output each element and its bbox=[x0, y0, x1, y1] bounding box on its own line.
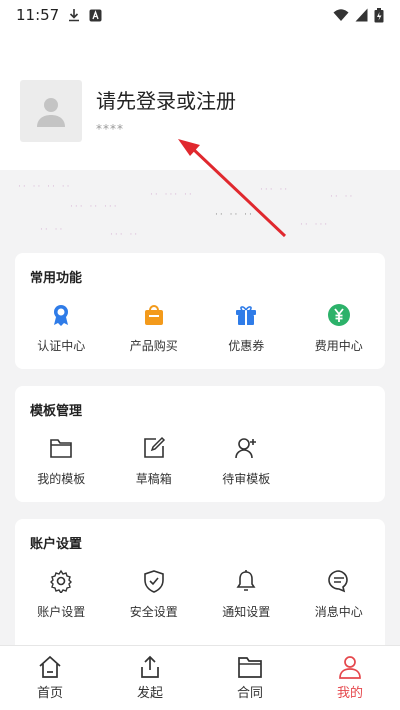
menu-item-label: 账户设置 bbox=[37, 605, 86, 619]
decor-dots: ·· ·· bbox=[40, 225, 65, 235]
tab-initiate[interactable]: 发起 bbox=[100, 646, 200, 710]
status-time: 11:57 bbox=[16, 6, 60, 24]
user-add-icon bbox=[235, 438, 257, 459]
home-icon bbox=[39, 655, 61, 678]
section-title: 账户设置 bbox=[30, 537, 83, 552]
edit-icon bbox=[143, 436, 165, 458]
section-title: 常用功能 bbox=[30, 271, 83, 286]
section-title: 模板管理 bbox=[30, 404, 83, 419]
menu-item-my-templates[interactable]: 我的模板 bbox=[15, 434, 108, 487]
decor-dots: ·· ··· ·· bbox=[150, 190, 194, 200]
tab-label: 我的 bbox=[336, 686, 363, 701]
gift-icon bbox=[236, 306, 257, 325]
profile-header[interactable]: 请先登录或注册 **** bbox=[0, 30, 400, 170]
signal-icon bbox=[355, 8, 368, 22]
person-icon bbox=[339, 656, 361, 679]
bottom-tab-bar: 首页 发起 合同 我的 bbox=[0, 645, 400, 710]
section-template-management: 模板管理 我的模板 草稿箱 待审模板 bbox=[15, 386, 385, 502]
shield-icon bbox=[143, 570, 164, 593]
menu-item-drafts[interactable]: 草稿箱 bbox=[108, 434, 201, 487]
login-prompt[interactable]: 请先登录或注册 bbox=[96, 85, 236, 114]
tab-label: 发起 bbox=[136, 686, 163, 701]
certificate-icon bbox=[54, 305, 69, 326]
shopping-bag-icon bbox=[144, 305, 163, 325]
menu-item-label: 我的模板 bbox=[37, 472, 86, 486]
decor-dots: ·· ·· ·· bbox=[215, 210, 254, 220]
tab-label: 合同 bbox=[236, 686, 263, 701]
folder-icon bbox=[50, 439, 73, 458]
yen-icon bbox=[327, 304, 350, 326]
profile-subtitle: **** bbox=[96, 122, 124, 136]
menu-item-label: 消息中心 bbox=[314, 605, 363, 619]
decor-dots: ·· ··· bbox=[300, 220, 330, 230]
menu-item-label: 产品购买 bbox=[129, 339, 178, 353]
decor-dots: ··· ·· bbox=[260, 185, 290, 195]
tab-label: 首页 bbox=[36, 686, 63, 701]
menu-item-label: 待审模板 bbox=[222, 472, 271, 486]
bell-icon bbox=[236, 570, 256, 591]
share-icon bbox=[141, 655, 159, 678]
message-icon bbox=[327, 570, 348, 593]
contract-folder-icon bbox=[238, 657, 262, 678]
menu-item-pending-templates[interactable]: 待审模板 bbox=[200, 434, 293, 487]
download-icon bbox=[69, 9, 80, 22]
banner-area: ·· ·· ·· ·· ··· ·· ··· ·· ··· ·· ·· ·· ·… bbox=[0, 170, 400, 250]
tab-contracts[interactable]: 合同 bbox=[200, 646, 300, 710]
decor-dots: ·· ·· ·· ·· bbox=[18, 182, 72, 192]
menu-item-label: 费用中心 bbox=[314, 339, 363, 353]
battery-icon bbox=[374, 7, 384, 22]
default-avatar-icon bbox=[37, 98, 65, 127]
menu-item-message-center[interactable]: 消息中心 bbox=[293, 567, 386, 620]
menu-item-billing[interactable]: 费用中心 bbox=[293, 301, 386, 354]
menu-item-label: 优惠券 bbox=[228, 339, 265, 353]
tab-mine[interactable]: 我的 bbox=[300, 646, 400, 710]
section-common-functions: 常用功能 认证中心 产品购买 优惠券 费用中心 bbox=[15, 253, 385, 369]
menu-item-label: 安全设置 bbox=[129, 605, 178, 619]
decor-dots: ·· ·· bbox=[330, 192, 355, 202]
gear-icon bbox=[50, 569, 73, 593]
menu-item-label: 通知设置 bbox=[222, 605, 271, 619]
wifi-icon bbox=[333, 9, 349, 21]
menu-item-label: 草稿箱 bbox=[135, 472, 172, 486]
menu-item-coupon[interactable]: 优惠券 bbox=[200, 301, 293, 354]
decor-dots: ··· ·· bbox=[110, 230, 140, 240]
menu-item-account-settings[interactable]: 账户设置 bbox=[15, 567, 108, 620]
menu-item-purchase[interactable]: 产品购买 bbox=[108, 301, 201, 354]
tab-home[interactable]: 首页 bbox=[0, 646, 100, 710]
app-notification-icon bbox=[89, 9, 102, 21]
avatar[interactable] bbox=[20, 80, 82, 142]
status-bar: 11:57 bbox=[0, 0, 400, 30]
menu-item-notification-settings[interactable]: 通知设置 bbox=[200, 567, 293, 620]
menu-item-label: 认证中心 bbox=[37, 339, 86, 353]
menu-item-security-settings[interactable]: 安全设置 bbox=[108, 567, 201, 620]
decor-dots: ··· ·· ··· bbox=[70, 202, 119, 212]
menu-item-certification[interactable]: 认证中心 bbox=[15, 301, 108, 354]
